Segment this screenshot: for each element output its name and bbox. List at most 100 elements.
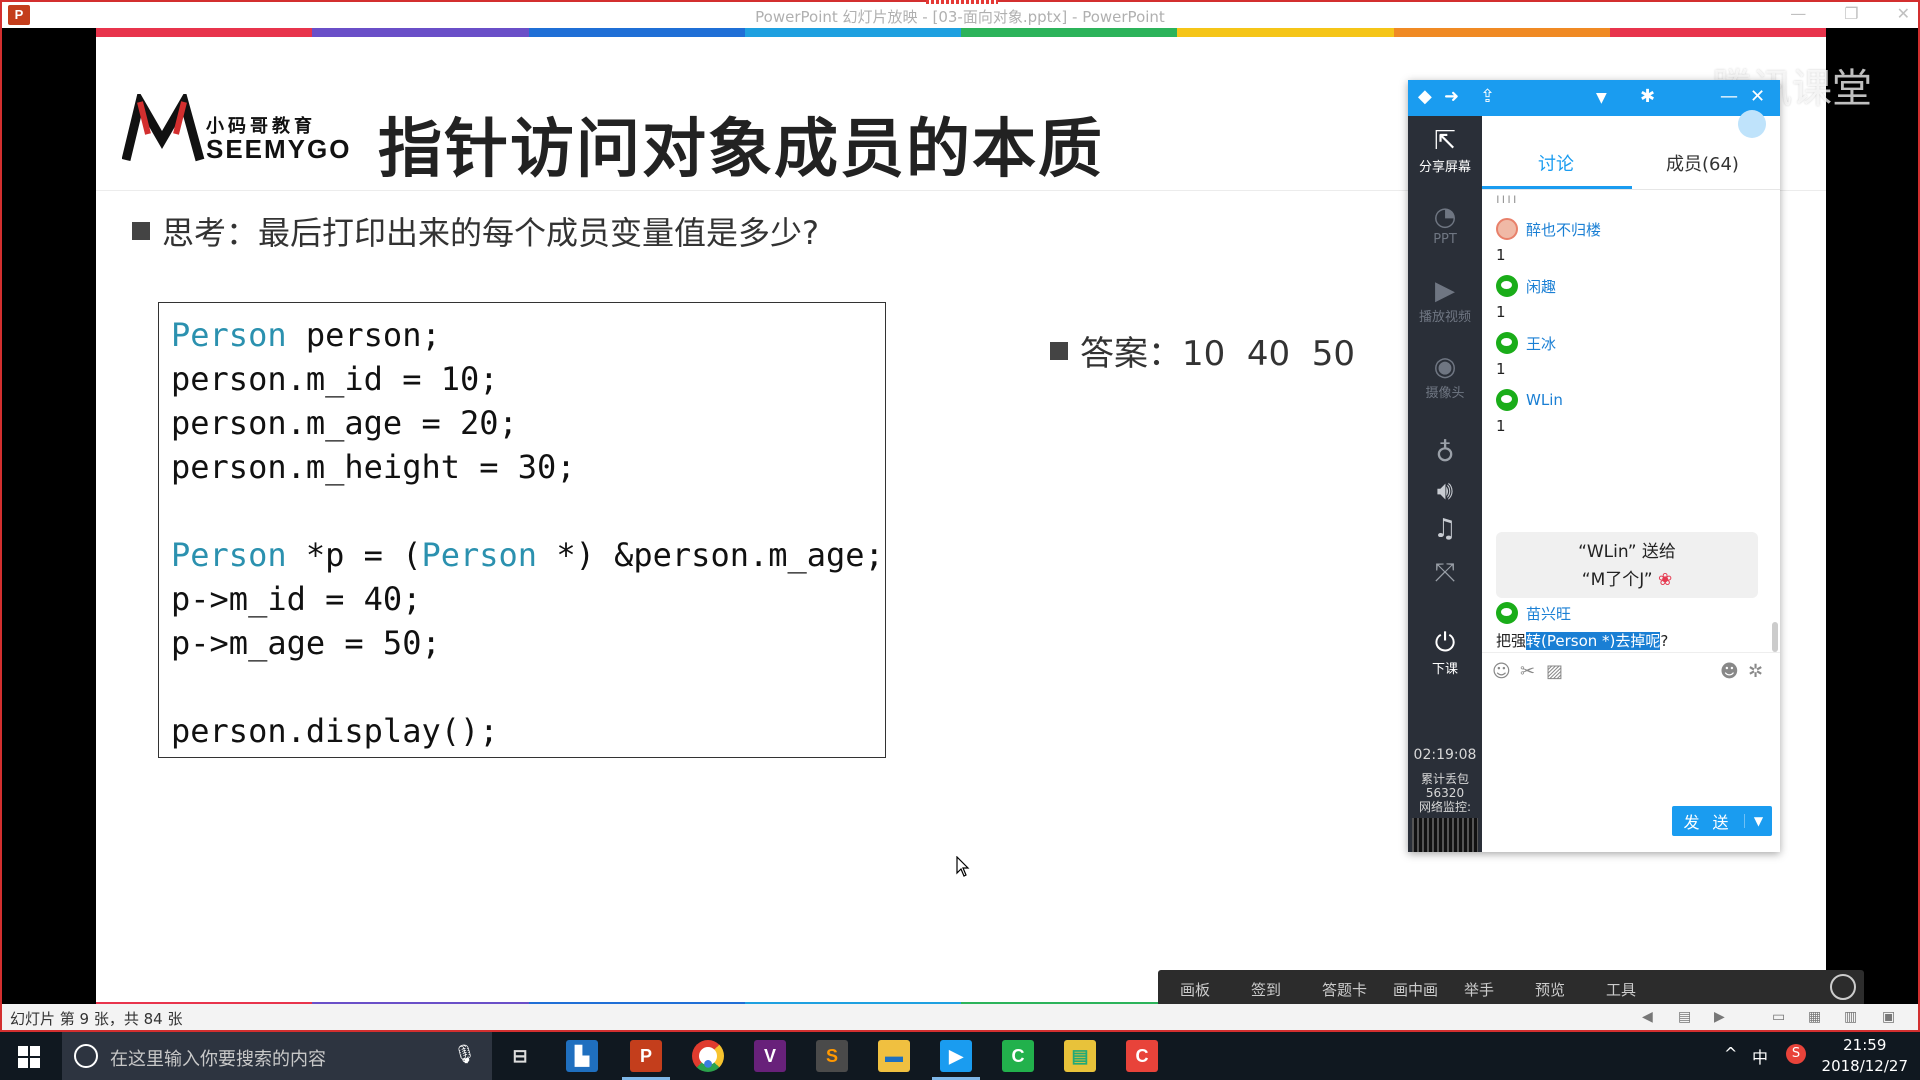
toolbar-board-button[interactable]: 画板: [1180, 979, 1210, 1000]
rainbow-segment: [1177, 28, 1394, 37]
clock-date: 2018/12/27: [1821, 1057, 1908, 1075]
windows-start-icon[interactable]: [18, 1046, 40, 1068]
microphone-icon: ♁: [1435, 438, 1455, 468]
truncated-message: ıııı: [1496, 192, 1519, 207]
music-icon: ♫: [1433, 514, 1457, 544]
sorter-view-icon[interactable]: ▦: [1808, 1009, 1821, 1025]
code-keyword: Person: [421, 536, 538, 574]
chat-list[interactable]: ıııı “WLin” 送给 “M了个J” ❀ 苗兴旺 把强转(Person *…: [1482, 192, 1780, 652]
music-button[interactable]: ♫: [1408, 514, 1482, 544]
chat-username[interactable]: 醉也不归楼: [1496, 218, 1601, 240]
minimize-button[interactable]: —: [1790, 4, 1806, 23]
close-icon[interactable]: ✕: [1750, 86, 1765, 107]
toolbar-sign-in-button[interactable]: 签到: [1251, 979, 1281, 1000]
user-settings-icon[interactable]: ☻: [1720, 661, 1739, 682]
cortana-icon: [74, 1044, 98, 1068]
toolbar-picture-in-picture-button[interactable]: 画中画: [1393, 979, 1438, 1000]
code-line: p->m_id = 40;: [171, 577, 873, 621]
shield-icon[interactable]: ◆: [1418, 86, 1432, 107]
chevron-down-icon[interactable]: ▼: [1596, 90, 1607, 106]
slide-menu-icon[interactable]: ▤: [1678, 1009, 1691, 1025]
powerpoint-taskbar-icon[interactable]: P: [630, 1040, 662, 1072]
chat-username-text: 醉也不归楼: [1526, 220, 1602, 239]
code-line: person.m_height = 30;: [171, 445, 873, 489]
presentation-app-icon[interactable]: C: [1126, 1040, 1158, 1072]
chat-message-text: 1: [1496, 246, 1506, 264]
slideshow-view-icon[interactable]: ▣: [1882, 1009, 1895, 1025]
ppt-icon: ◔: [1433, 202, 1457, 232]
arrow-right-icon[interactable]: ➜: [1444, 86, 1459, 107]
tencent-classroom-icon[interactable]: ▶: [940, 1040, 972, 1072]
code-text: person.m_age = 20;: [171, 404, 518, 442]
toolbar-tools-button[interactable]: 工具: [1606, 979, 1636, 1000]
taskbar-search[interactable]: 在这里输入你要搜索的内容 🎙︎: [62, 1032, 492, 1080]
share-screen-button[interactable]: ⇱ 分享屏幕: [1408, 126, 1482, 175]
clion-icon[interactable]: C: [1002, 1040, 1034, 1072]
tray-chevron-up-icon[interactable]: ^: [1724, 1044, 1737, 1063]
notepad-icon[interactable]: ▤: [1064, 1040, 1096, 1072]
ime-indicator[interactable]: 中: [1752, 1044, 1768, 1068]
message-selected-part: 转(Person *)去掉呢: [1526, 632, 1661, 650]
ppt-button[interactable]: ◔ PPT: [1408, 202, 1482, 247]
play-video-button[interactable]: ▶ 播放视频: [1408, 276, 1482, 325]
notification-icon[interactable]: [1738, 110, 1766, 138]
sublime-text-icon[interactable]: S: [816, 1040, 848, 1072]
camera-label: 摄像头: [1425, 386, 1465, 401]
chat-username[interactable]: WLin: [1496, 389, 1563, 411]
file-explorer-icon[interactable]: ▬: [878, 1040, 910, 1072]
code-text: *) &person.m_age;: [537, 536, 884, 574]
chrome-icon[interactable]: ●: [692, 1040, 724, 1073]
ppt-label: PPT: [1433, 232, 1457, 247]
code-text: p->m_id = 40;: [171, 580, 422, 618]
speaker-button[interactable]: 🔊︎: [1408, 476, 1482, 506]
tab-members[interactable]: 成员(64): [1666, 150, 1739, 176]
microphone-button[interactable]: ♁: [1408, 438, 1482, 468]
panel-tabs: 讨论 成员(64): [1482, 110, 1780, 190]
microphone-icon[interactable]: 🎙︎: [453, 1044, 476, 1065]
toolbar-preview-button[interactable]: 预览: [1535, 979, 1565, 1000]
normal-view-icon[interactable]: ▭: [1772, 1009, 1785, 1025]
pin-icon[interactable]: ✱: [1640, 86, 1655, 107]
sogou-input-icon[interactable]: S: [1786, 1044, 1806, 1064]
chevron-down-icon[interactable]: ▼: [1744, 814, 1772, 828]
scissors-icon[interactable]: ✂: [1520, 661, 1535, 682]
image-icon[interactable]: ▨: [1546, 661, 1563, 682]
task-view-icon[interactable]: ⊟: [504, 1040, 536, 1072]
chat-username[interactable]: 王冰: [1496, 332, 1556, 354]
power-icon[interactable]: [1830, 974, 1856, 1000]
toolbar-raise-hand-button[interactable]: 举手: [1464, 979, 1494, 1000]
next-slide-icon[interactable]: ▶: [1714, 1009, 1725, 1025]
system-clock[interactable]: 21:59 2018/12/27: [1822, 1035, 1908, 1077]
panel-header: ◆ ➜ ⇪ ▼ ✱ — ✕: [1408, 80, 1780, 116]
close-button[interactable]: ✕: [1897, 4, 1910, 23]
camera-button[interactable]: ◉ 摄像头: [1408, 352, 1482, 401]
gear-icon[interactable]: ✲: [1748, 661, 1763, 682]
previous-slide-icon[interactable]: ◀: [1642, 1009, 1653, 1025]
share-screen-label: 分享屏幕: [1418, 160, 1471, 175]
toolbar-answer-card-button[interactable]: 答题卡: [1322, 979, 1367, 1000]
emoji-icon[interactable]: ☺: [1492, 661, 1511, 682]
restore-button[interactable]: ❐: [1844, 4, 1858, 23]
remote-desktop-icon[interactable]: ▙: [566, 1040, 598, 1072]
chat-scrollbar[interactable]: [1772, 622, 1778, 652]
windows-taskbar: 在这里输入你要搜索的内容 🎙︎ ⊟ ▙ P ● V S ▬ ▶ C ▤ C ^ …: [0, 1032, 1920, 1080]
packet-loss-label: 累计丢包: [1420, 772, 1469, 786]
minimize-icon[interactable]: —: [1720, 86, 1738, 107]
end-class-button[interactable]: ⏻ 下课: [1408, 628, 1482, 677]
code-text: person.m_height = 30;: [171, 448, 576, 486]
fullscreen-button[interactable]: ⤧: [1408, 558, 1482, 588]
seemygo-logo: 小码哥教育 SEEMYGO: [122, 90, 349, 170]
question-bullet: 思考：最后打印出来的每个成员变量值是多少?: [132, 208, 819, 254]
window-grip: [926, 0, 998, 4]
question-text: 思考：最后打印出来的每个成员变量值是多少?: [162, 214, 819, 252]
share-icon[interactable]: ⇪: [1480, 86, 1495, 107]
code-text: person.display();: [171, 712, 499, 750]
chat-username[interactable]: 苗兴旺: [1496, 602, 1571, 624]
reading-view-icon[interactable]: ▥: [1844, 1009, 1857, 1025]
bullet-square-icon: [132, 222, 150, 240]
slide-counter: 幻灯片 第 9 张，共 84 张: [10, 1010, 183, 1028]
visual-studio-icon[interactable]: V: [754, 1040, 786, 1072]
chat-username[interactable]: 闲趣: [1496, 275, 1556, 297]
send-button[interactable]: 发 送 ▼: [1672, 806, 1772, 836]
tab-discuss[interactable]: 讨论: [1538, 150, 1574, 176]
